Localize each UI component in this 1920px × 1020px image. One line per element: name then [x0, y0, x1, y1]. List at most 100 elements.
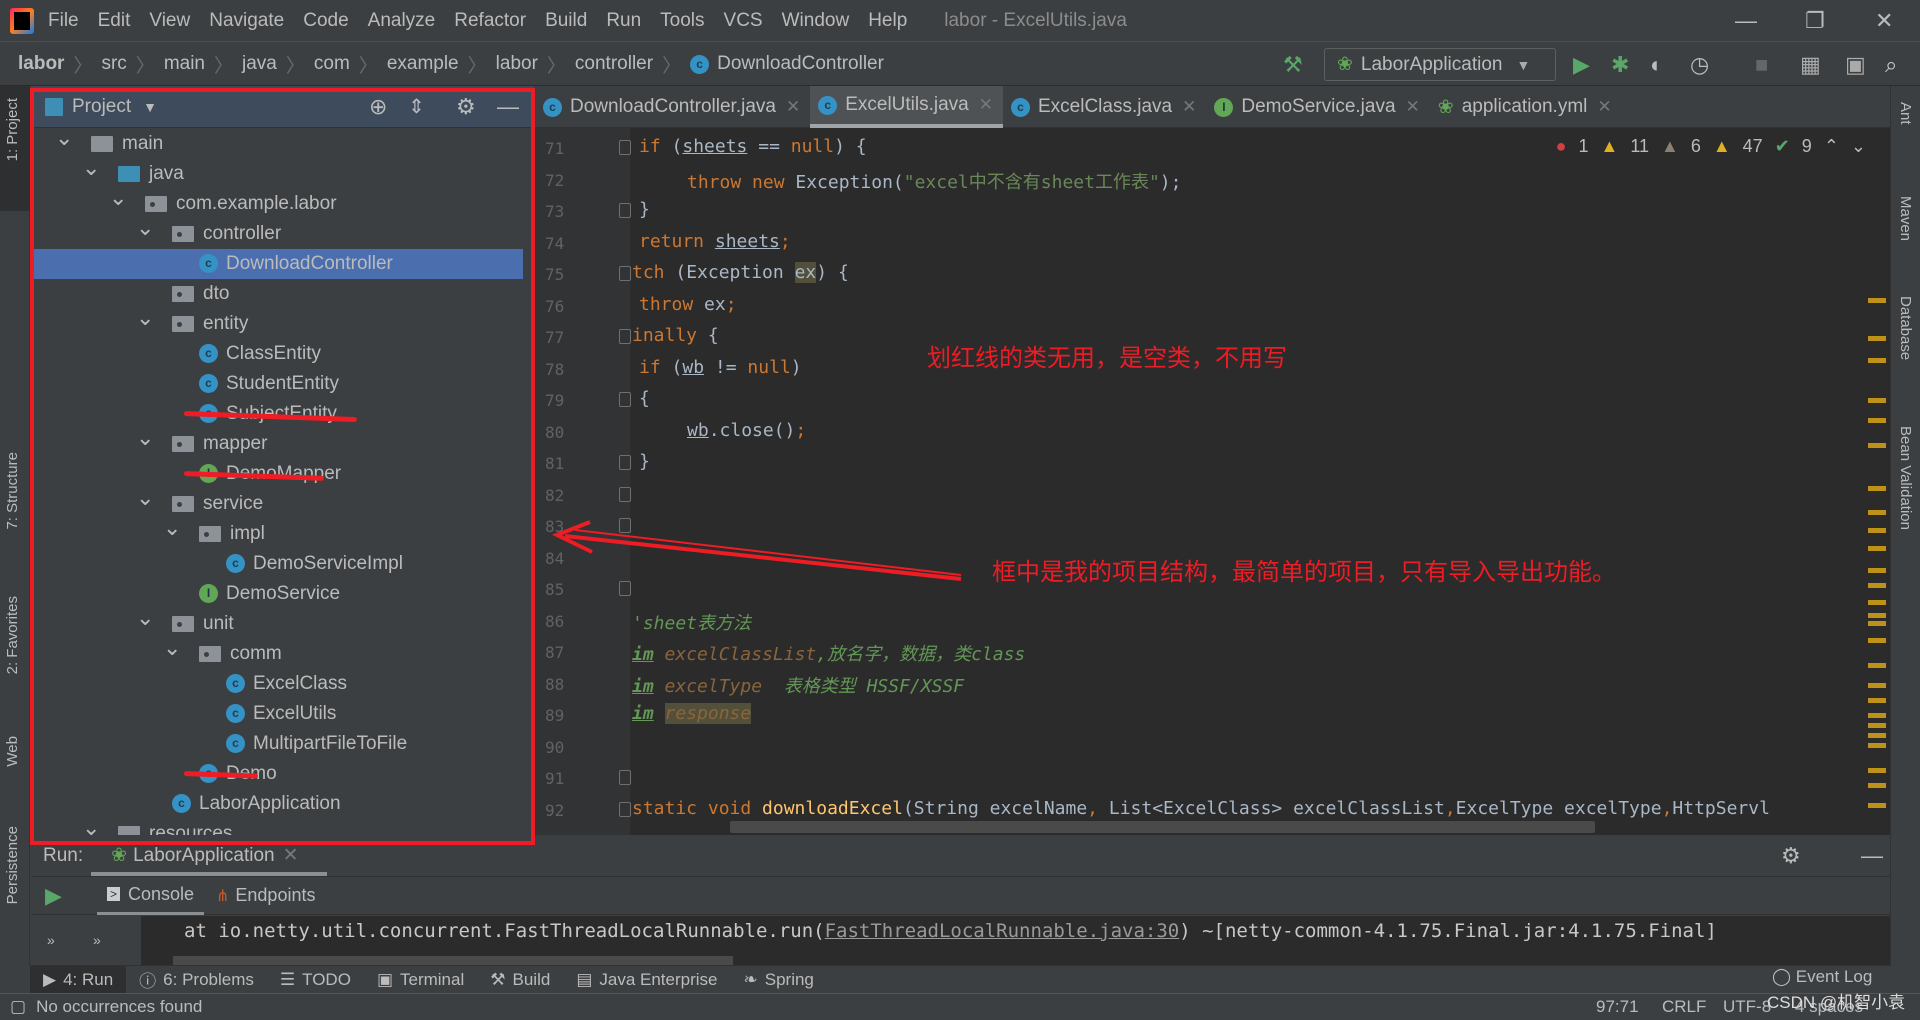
- chevron-down-icon[interactable]: ⌄: [82, 153, 100, 183]
- breadcrumb-item[interactable]: src: [101, 53, 126, 75]
- tool-tab-problems[interactable]: ⓘ 6: Problems: [126, 966, 267, 994]
- warning-stripe-mark[interactable]: [1868, 783, 1886, 788]
- warning-stripe-mark[interactable]: [1868, 398, 1886, 403]
- fold-marker-icon[interactable]: [619, 329, 631, 344]
- fold-marker-icon[interactable]: [619, 581, 631, 596]
- breadcrumb-item[interactable]: example: [387, 53, 459, 75]
- search-icon[interactable]: ⌕: [1885, 52, 1897, 78]
- locate-icon[interactable]: ⊕: [369, 94, 387, 120]
- tree-item[interactable]: ⌄ main: [31, 125, 523, 159]
- tool-tab-todo[interactable]: ☰ TODO: [267, 966, 364, 994]
- tree-item[interactable]: IDemoMapper: [31, 459, 523, 489]
- warning-stripe-mark[interactable]: [1868, 723, 1886, 728]
- tree-item[interactable]: c LaborApplication: [31, 789, 523, 819]
- breadcrumb-item[interactable]: labor: [496, 53, 538, 75]
- warning-stripe-mark[interactable]: [1868, 743, 1886, 748]
- warning-stripe-mark[interactable]: [1868, 486, 1886, 491]
- chevron-down-icon[interactable]: ⌄: [109, 183, 127, 213]
- tool-persistence[interactable]: Persistence: [4, 826, 21, 904]
- tree-item[interactable]: ⌄ entity: [31, 305, 523, 339]
- warning-stripe-mark[interactable]: [1868, 683, 1886, 688]
- warning-stripe-mark[interactable]: [1868, 336, 1886, 341]
- warning-stripe-mark[interactable]: [1868, 803, 1886, 808]
- debug-icon[interactable]: ✱: [1611, 52, 1629, 78]
- warning-stripe-mark[interactable]: [1868, 613, 1886, 618]
- tree-item[interactable]: c DemoServiceImpl: [31, 549, 523, 579]
- console-output[interactable]: at io.netty.util.concurrent.FastThreadLo…: [141, 916, 1890, 965]
- tab-excelutils-java[interactable]: c ExcelUtils.java ✕: [810, 86, 1003, 128]
- tree-item[interactable]: ⌄ service: [31, 485, 523, 519]
- warning-stripe-mark[interactable]: [1868, 663, 1886, 668]
- tree-item[interactable]: c StudentEntity: [31, 369, 523, 399]
- warning-stripe-mark[interactable]: [1868, 638, 1886, 643]
- chevron-down-icon[interactable]: ⌄: [136, 483, 154, 513]
- coverage-icon[interactable]: ◐: [1650, 52, 1663, 78]
- tree-item[interactable]: ⌄ java: [31, 155, 523, 189]
- run-tab-labor-application[interactable]: LaborApplication: [133, 845, 275, 867]
- breadcrumb-item[interactable]: com: [314, 53, 350, 75]
- tree-item[interactable]: dto: [31, 279, 523, 309]
- tool-maven[interactable]: Maven: [1897, 196, 1914, 241]
- close-tab-icon[interactable]: ✕: [1182, 97, 1196, 117]
- menu-tools[interactable]: Tools: [660, 10, 704, 32]
- build-hammer-icon[interactable]: ⚒: [1283, 52, 1303, 78]
- previous-highlight-icon[interactable]: ⌃: [1824, 136, 1839, 157]
- tab-application-yml[interactable]: ❀ application.yml ✕: [1430, 86, 1622, 128]
- file-encoding[interactable]: UTF-8: [1723, 997, 1771, 1017]
- tree-item[interactable]: ⌄ controller: [31, 215, 523, 249]
- tool-tab-run[interactable]: ▶ 4: Run: [30, 965, 127, 994]
- menu-edit[interactable]: Edit: [98, 10, 131, 32]
- close-tab-icon[interactable]: ✕: [786, 97, 800, 117]
- hide-panel-icon[interactable]: —: [1861, 843, 1883, 869]
- warning-stripe-mark[interactable]: [1868, 418, 1886, 423]
- close-tab-icon[interactable]: ✕: [1406, 97, 1420, 117]
- breadcrumb-item[interactable]: labor: [18, 53, 64, 75]
- code-editor[interactable]: 71 72 73 74 75 76 77 78 79 80 81 82 83 84 85 86 87 88 89 90…: [535, 128, 1890, 835]
- expand-icon[interactable]: »: [47, 932, 55, 948]
- horizontal-scrollbar[interactable]: [730, 821, 1595, 833]
- event-log-button[interactable]: ◯ Event Log: [1772, 967, 1872, 987]
- warning-stripe-mark[interactable]: [1868, 713, 1886, 718]
- fold-marker-icon[interactable]: [619, 266, 631, 281]
- warning-stripe-mark[interactable]: [1868, 600, 1886, 605]
- tree-item[interactable]: c DownloadController: [31, 249, 523, 279]
- console-scrollbar[interactable]: [173, 956, 733, 965]
- stacktrace-link[interactable]: FastThreadLocalRunnable.java:30: [825, 920, 1180, 942]
- menu-analyze[interactable]: Analyze: [368, 10, 436, 32]
- chevron-down-icon[interactable]: ⌄: [136, 603, 154, 633]
- tab-excelclass-java[interactable]: c ExcelClass.java ✕: [1003, 86, 1206, 128]
- minimize-button[interactable]: —: [1735, 8, 1757, 34]
- close-tab-icon[interactable]: ✕: [283, 844, 299, 867]
- breadcrumb-item[interactable]: java: [242, 53, 277, 75]
- tool-web[interactable]: Web: [4, 736, 21, 767]
- caret-position[interactable]: 97:71: [1596, 997, 1639, 1017]
- warning-stripe-mark[interactable]: [1868, 733, 1886, 738]
- warning-stripe-mark[interactable]: [1868, 528, 1886, 533]
- fold-marker-icon[interactable]: [619, 455, 631, 470]
- project-structure-icon[interactable]: ▦: [1800, 52, 1821, 78]
- terminal-toolbar-icon[interactable]: ▣: [1845, 52, 1866, 78]
- rerun-icon[interactable]: ▶: [45, 883, 62, 909]
- breadcrumb-item[interactable]: DownloadController: [717, 53, 884, 75]
- breadcrumb-item[interactable]: controller: [575, 53, 653, 75]
- tool-favorites[interactable]: 2: Favorites: [4, 596, 21, 674]
- warning-stripe-mark[interactable]: [1868, 768, 1886, 773]
- profile-icon[interactable]: ◷: [1690, 52, 1709, 78]
- tree-item[interactable]: ⌄ impl: [31, 515, 523, 549]
- tool-tab-build[interactable]: ⚒ Build: [477, 966, 563, 994]
- tool-tab-java-enterprise[interactable]: ▤ Java Enterprise: [563, 966, 730, 994]
- inspection-widget[interactable]: ● 1 ▲ 11 ▲ 6 ▲ 47 ✔ 9 ⌃ ⌄: [1556, 136, 1866, 157]
- gear-icon[interactable]: ⚙: [456, 94, 476, 120]
- chevron-down-icon[interactable]: ⌄: [163, 633, 181, 663]
- project-title[interactable]: Project: [72, 96, 131, 118]
- tool-ant[interactable]: Ant: [1897, 102, 1914, 125]
- warning-stripe-mark[interactable]: [1868, 510, 1886, 515]
- chevron-down-icon[interactable]: ⌄: [163, 513, 181, 543]
- next-highlight-icon[interactable]: ⌄: [1851, 136, 1866, 157]
- subtab-console[interactable]: > Console: [97, 877, 205, 915]
- tree-item[interactable]: I DemoService: [31, 579, 523, 609]
- fold-marker-icon[interactable]: [619, 801, 631, 817]
- menu-help[interactable]: Help: [868, 10, 907, 32]
- toggle-tool-windows-icon[interactable]: ▢: [10, 997, 26, 1017]
- menu-code[interactable]: Code: [303, 10, 348, 32]
